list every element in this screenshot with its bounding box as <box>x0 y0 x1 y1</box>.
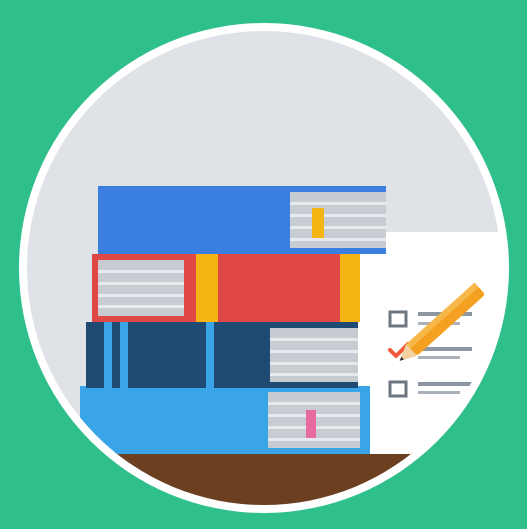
app-icon <box>0 0 527 529</box>
book-bottom <box>80 386 370 454</box>
books-checklist-icon <box>0 0 527 529</box>
book-red <box>92 254 360 322</box>
book-navy <box>86 322 358 388</box>
book-top <box>98 186 386 254</box>
